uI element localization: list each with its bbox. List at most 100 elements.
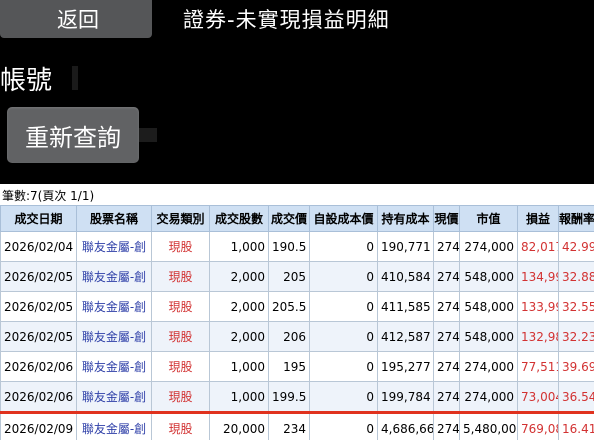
cell-current-price: 274	[433, 261, 460, 292]
col-trade-type[interactable]: 交易類別	[151, 205, 210, 232]
cell-price: 234	[268, 411, 310, 440]
cell-current-price: 274	[433, 381, 460, 413]
col-current-price[interactable]: 現價	[433, 205, 460, 232]
cell-trade-date: 2026/02/05	[0, 261, 77, 292]
cell-holding-cost: 199,784	[377, 381, 434, 413]
cell-trade-type: 現股	[151, 381, 210, 413]
col-holding-cost[interactable]: 持有成本	[377, 205, 434, 232]
cell-shares: 2,000	[209, 261, 269, 292]
cell-stock-name[interactable]: 聯友金屬-創	[76, 411, 152, 440]
cell-return: 32.23%	[558, 321, 594, 352]
cell-custom-cost: 0	[309, 321, 378, 352]
page-title: 證券-未實現損益明細	[183, 8, 390, 32]
cell-market-value: 548,000	[459, 291, 518, 322]
record-count: 筆數:7(頁次 1/1)	[2, 189, 95, 203]
cell-shares: 1,000	[209, 231, 269, 262]
cell-pnl: 82,017	[517, 231, 559, 262]
cell-return: 36.54%	[558, 381, 594, 413]
cell-pnl: 73,004	[517, 381, 559, 413]
col-return[interactable]: 報酬率	[558, 205, 594, 232]
account-label: 帳號	[0, 66, 53, 96]
table-row: 2026/02/06 聯友金屬-創 現股 1,000 195 0 195,277 274 274…	[0, 351, 594, 382]
cell-custom-cost: 0	[309, 261, 378, 292]
cell-market-value: 548,000	[459, 261, 518, 292]
cell-market-value: 548,000	[459, 321, 518, 352]
back-button[interactable]: 返回	[0, 0, 152, 38]
col-market-value[interactable]: 市值	[459, 205, 518, 232]
cell-custom-cost: 0	[309, 231, 378, 262]
cell-custom-cost: 0	[309, 411, 378, 440]
col-shares[interactable]: 成交股數	[209, 205, 269, 232]
cell-price: 190.5	[268, 231, 310, 262]
cell-current-price: 274	[433, 231, 460, 262]
cell-shares: 2,000	[209, 291, 269, 322]
cell-pnl: 134,992	[517, 261, 559, 292]
cell-trade-type: 現股	[151, 321, 210, 352]
table-row-total: 2026/02/09聯友金屬-創現股20,00023404,686,669274…	[0, 411, 594, 440]
table-row: 2026/02/05 聯友金屬-創 現股 2,000 206 0 412,587 274 548…	[0, 321, 594, 352]
cell-stock-name[interactable]: 聯友金屬-創	[76, 381, 152, 413]
cell-return: 42.99%	[558, 231, 594, 262]
col-price[interactable]: 成交價	[268, 205, 310, 232]
cell-stock-name[interactable]: 聯友金屬-創	[76, 351, 152, 382]
cell-shares: 2,000	[209, 321, 269, 352]
cell-trade-type: 現股	[151, 411, 210, 440]
cell-holding-cost: 411,585	[377, 291, 434, 322]
cell-price: 199.5	[268, 381, 310, 413]
cell-stock-name[interactable]: 聯友金屬-創	[76, 261, 152, 292]
cell-current-price: 274	[433, 351, 460, 382]
cell-price: 195	[268, 351, 310, 382]
cell-pnl: 132,989	[517, 321, 559, 352]
cell-market-value: 274,000	[459, 231, 518, 262]
cell-holding-cost: 190,771	[377, 231, 434, 262]
col-trade-date[interactable]: 成交日期	[0, 205, 77, 232]
table-header: 成交日期 股票名稱 交易類別 成交股數 成交價 自設成本價 持有成本 現價 市值…	[0, 205, 594, 232]
cell-price: 205	[268, 261, 310, 292]
refresh-query-button[interactable]: 重新查詢	[7, 107, 139, 163]
cell-pnl: 77,511	[517, 351, 559, 382]
cell-return: 39.69%	[558, 351, 594, 382]
top-panel: 返回 證券-未實現損益明細 帳號 重新查詢	[0, 0, 594, 184]
cell-stock-name[interactable]: 聯友金屬-創	[76, 231, 152, 262]
cell-return: 32.88%	[558, 261, 594, 292]
cell-holding-cost: 195,277	[377, 351, 434, 382]
col-custom-cost[interactable]: 自設成本價	[309, 205, 378, 232]
cell-pnl: 769,082	[517, 411, 559, 440]
cell-holding-cost: 410,584	[377, 261, 434, 292]
cell-trade-type: 現股	[151, 261, 210, 292]
cell-current-price: 274	[433, 321, 460, 352]
cell-trade-type: 現股	[151, 231, 210, 262]
cell-holding-cost: 412,587	[377, 321, 434, 352]
cell-trade-type: 現股	[151, 291, 210, 322]
account-value-masked	[72, 66, 78, 90]
table-row: 2026/02/04 聯友金屬-創 現股 1,000 190.5 0 190,771 274 2…	[0, 231, 594, 262]
cell-price: 206	[268, 321, 310, 352]
cell-shares: 20,000	[209, 411, 269, 440]
cell-price: 205.5	[268, 291, 310, 322]
holdings-table: 成交日期 股票名稱 交易類別 成交股數 成交價 自設成本價 持有成本 現價 市值…	[0, 205, 594, 440]
cell-market-value: 274,000	[459, 351, 518, 382]
cell-trade-date: 2026/02/04	[0, 231, 77, 262]
cell-trade-date: 2026/02/05	[0, 291, 77, 322]
cell-trade-date: 2026/02/06	[0, 351, 77, 382]
cell-stock-name[interactable]: 聯友金屬-創	[76, 321, 152, 352]
refresh-button-shadow	[139, 128, 157, 142]
col-pnl[interactable]: 損益	[517, 205, 559, 232]
cell-trade-type: 現股	[151, 351, 210, 382]
table-row: 2026/02/06 聯友金屬-創 現股 1,000 199.5 0 199,784 274 2…	[0, 381, 594, 413]
cell-trade-date: 2026/02/06	[0, 381, 77, 413]
cell-pnl: 133,991	[517, 291, 559, 322]
cell-shares: 1,000	[209, 381, 269, 413]
table-row: 2026/02/05 聯友金屬-創 現股 2,000 205 0 410,584 274 548…	[0, 261, 594, 292]
cell-custom-cost: 0	[309, 381, 378, 413]
cell-stock-name[interactable]: 聯友金屬-創	[76, 291, 152, 322]
cell-market-value: 274,000	[459, 381, 518, 413]
cell-shares: 1,000	[209, 351, 269, 382]
cell-current-price: 274	[433, 411, 460, 440]
col-stock-name[interactable]: 股票名稱	[76, 205, 152, 232]
cell-custom-cost: 0	[309, 351, 378, 382]
cell-return: 16.41%	[558, 411, 594, 440]
cell-trade-date: 2026/02/05	[0, 321, 77, 352]
cell-return: 32.55%	[558, 291, 594, 322]
app: 返回 證券-未實現損益明細 帳號 重新查詢 筆數:7(頁次 1/1) 成交日期 …	[0, 0, 594, 440]
